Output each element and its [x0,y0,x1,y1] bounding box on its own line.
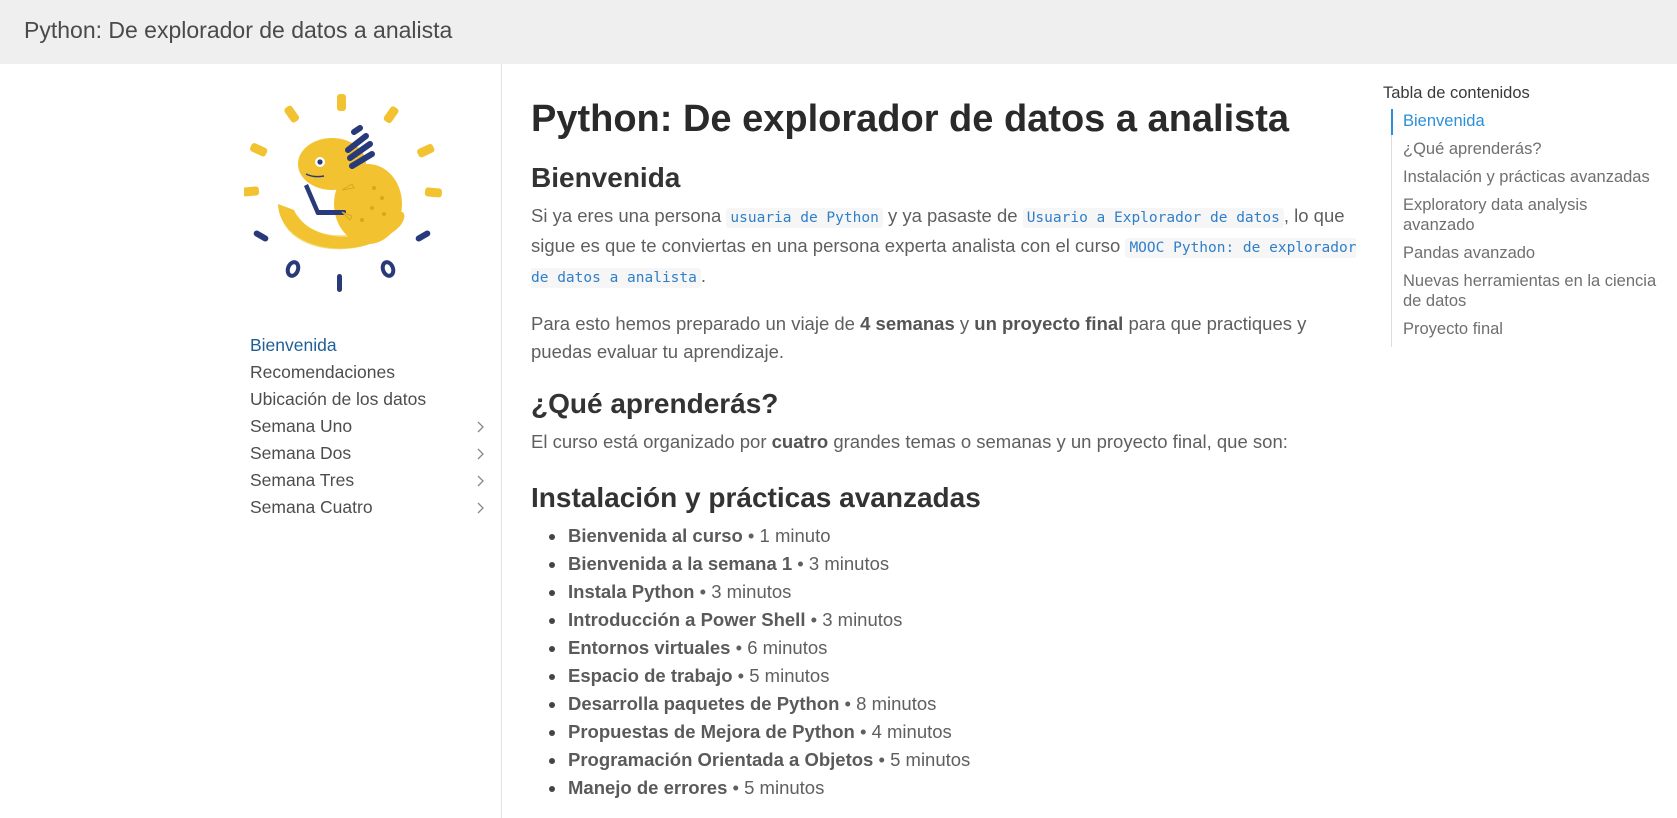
site-title[interactable]: Python: De explorador de datos a analist… [24,17,452,44]
sidebar-item-label: Ubicación de los datos [250,389,427,409]
sidebar-item-label: Semana Cuatro [250,497,373,517]
sidebar-item-semana-dos[interactable]: Semana Dos [250,440,486,467]
sidebar-item-ubicacion-datos[interactable]: Ubicación de los datos [250,386,486,413]
sidebar-item-label: Semana Dos [250,443,352,463]
chevron-right-icon[interactable] [474,448,486,460]
list-item: Desarrolla paquetes de Python • 8 minuto… [549,690,1361,718]
toc-item-pandas-avanzado[interactable]: Pandas avanzado [1392,243,1663,271]
list-item: Bienvenida a la semana 1 • 3 minutos [549,550,1361,578]
sidebar-item-label: Recomendaciones [250,362,395,382]
sidebar-item-semana-tres[interactable]: Semana Tres [250,467,486,494]
sidebar-item-label: Bienvenida [250,335,337,355]
section-heading-que-aprenderas: ¿Qué aprenderás? [531,388,779,419]
toc-item-que-aprenderas[interactable]: ¿Qué aprenderás? [1392,139,1663,167]
list-item: Introducción a Power Shell • 3 minutos [549,606,1361,634]
list-item: Manejo de errores • 5 minutos [549,774,1361,802]
sidebar-item-semana-cuatro[interactable]: Semana Cuatro [250,494,486,521]
list-item: Propuestas de Mejora de Python • 4 minut… [549,718,1361,746]
section-heading-instalacion: Instalación y prácticas avanzadas [531,482,981,513]
toc-item-proyecto-final[interactable]: Proyecto final [1392,319,1663,347]
sidebar-item-semana-uno[interactable]: Semana Uno [250,413,486,440]
top-bar: Python: De explorador de datos a analist… [0,0,1677,64]
list-item: Instala Python • 3 minutos [549,578,1361,606]
inline-code[interactable]: usuaria de Python [726,208,883,228]
section-heading-bienvenida: Bienvenida [531,162,681,193]
inline-code[interactable]: Usuario a Explorador de datos [1022,208,1284,228]
lesson-list: Bienvenida al curso • 1 minuto Bienvenid… [531,522,1361,802]
main-content: Python: De explorador de datos a analist… [531,64,1361,818]
sidebar-item-recomendaciones[interactable]: Recomendaciones [250,359,486,386]
page-title: Python: De explorador de datos a analist… [531,98,1290,140]
toc-item-bienvenida[interactable]: Bienvenida [1391,109,1663,139]
chevron-right-icon[interactable] [474,502,486,514]
sidebar-item-bienvenida[interactable]: Bienvenida [250,332,486,359]
sidebar-item-label: Semana Tres [250,470,355,490]
toc-title: Tabla de contenidos [1383,84,1530,102]
list-item: Bienvenida al curso • 1 minuto [549,522,1361,550]
toc-item-nuevas-herramientas[interactable]: Nuevas herramientas en la ciencia de dat… [1392,271,1663,319]
sidebar-nav: Bienvenida Recomendaciones Ubicación de … [250,332,486,521]
sidebar: Bienvenida Recomendaciones Ubicación de … [0,64,502,818]
sidebar-item-label: Semana Uno [250,416,353,436]
list-item: Entornos virtuales • 6 minutos [549,634,1361,662]
axolotl-logo-icon [244,94,443,292]
toc-item-instalacion[interactable]: Instalación y prácticas avanzadas [1392,167,1663,195]
table-of-contents: Tabla de contenidos Bienvenida ¿Qué apre… [1383,84,1663,347]
learn-paragraph: El curso está organizado por cuatro gran… [531,431,1288,452]
welcome-paragraph: Si ya eres una persona usuaria de Python… [531,205,1357,288]
list-item: Programación Orientada a Objetos • 5 min… [549,746,1361,774]
chevron-right-icon[interactable] [474,475,486,487]
plan-paragraph: Para esto hemos preparado un viaje de 4 … [531,313,1307,362]
list-item: Espacio de trabajo • 5 minutos [549,662,1361,690]
chevron-right-icon[interactable] [474,421,486,433]
toc-list: Bienvenida ¿Qué aprenderás? Instalación … [1391,109,1663,347]
toc-item-eda-avanzado[interactable]: Exploratory data analysis avanzado [1392,195,1663,243]
